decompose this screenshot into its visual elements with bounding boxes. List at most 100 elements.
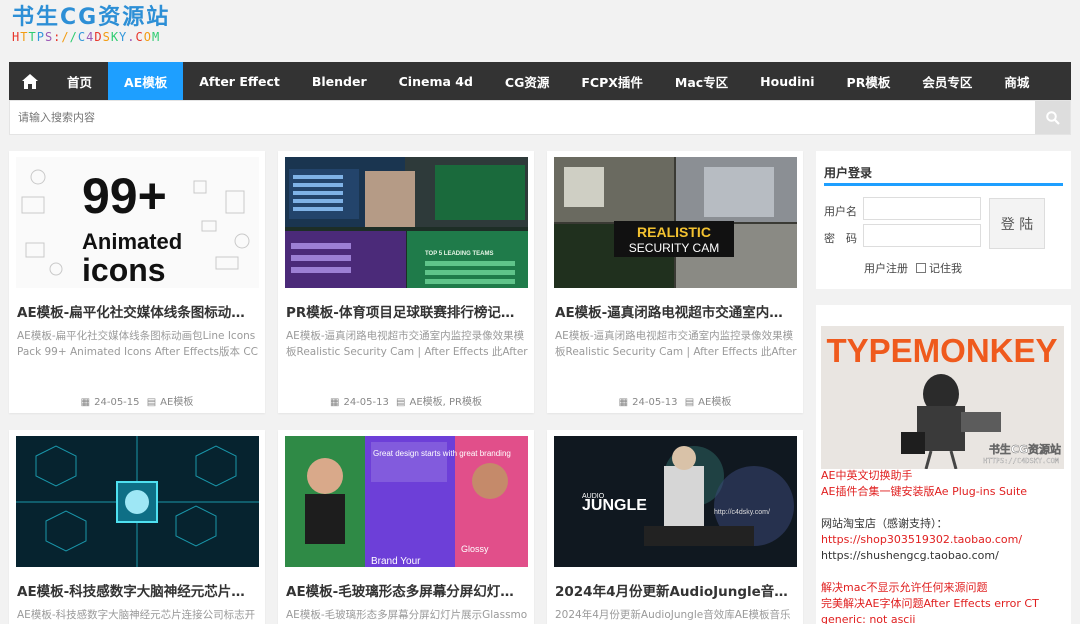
ad-watermark-url: HTTPS://C4DSKY.COM — [983, 457, 1059, 465]
post-card[interactable]: AUDIO JUNGLE http://c4dsky.com/ 2024年4月份… — [547, 430, 803, 624]
post-date: 24-05-13 — [343, 397, 389, 408]
nav-item-pr-templates[interactable]: PR模板 — [831, 62, 907, 100]
thumb-headline: TOP 5 LEADING TEAMS — [425, 251, 493, 257]
username-field[interactable] — [863, 197, 981, 220]
category-icon: ▤ — [684, 397, 695, 408]
post-category[interactable]: AE模板, PR模板 — [409, 397, 482, 408]
nav-item-shop[interactable]: 商城 — [988, 62, 1045, 100]
password-label: 密 码 — [824, 232, 857, 245]
password-field[interactable] — [863, 224, 981, 247]
sidebar-links: AE中英文切换助手 AE插件合集一键安装版Ae Plug-ins Suite 网站淘… — [821, 468, 1066, 624]
post-excerpt: 2024年4月份更新AudioJungle音效库AE模板音乐 — [555, 609, 791, 621]
post-card[interactable]: 99+ Animated icons AE模板-扁平化社交媒体线条图标动画包Li… — [9, 151, 265, 413]
search-button[interactable] — [1035, 101, 1070, 134]
nav-item-mac[interactable]: Mac专区 — [659, 62, 744, 100]
remember-label: 记住我 — [929, 262, 962, 275]
thumb-subline-2: Glossy — [461, 544, 489, 554]
nav-item-cg-resources[interactable]: CG资源 — [489, 62, 565, 100]
post-excerpt: AE模板-逼真闭路电视超市交通室内监控录像效果模板Realistic Secur… — [555, 330, 797, 358]
category-icon: ▤ — [396, 397, 406, 408]
nav-item-home[interactable]: 首页 — [51, 62, 108, 100]
post-meta: ▦ 24-05-15 ▤ AE模板 — [9, 393, 265, 408]
security-cam-thumbnail-art: REALISTIC SECURITY CAM — [554, 157, 797, 288]
remember-me[interactable]: 记住我 — [916, 260, 962, 276]
login-button[interactable]: 登 陆 — [989, 198, 1045, 249]
ad-title: TYPEMONKEY — [826, 332, 1057, 369]
sidebar-link[interactable]: AE中英文切换助手 — [821, 468, 1066, 484]
home-icon-button[interactable] — [9, 62, 51, 100]
post-title[interactable]: AE模板-科技感数字大脑神经元芯片连接公司标志 — [17, 580, 257, 600]
nav-item-after-effect[interactable]: After Effect — [183, 62, 296, 100]
register-link[interactable]: 用户注册 — [864, 260, 908, 276]
post-thumbnail[interactable]: REALISTIC SECURITY CAM — [554, 157, 797, 288]
sports-thumbnail-art: TOP 5 LEADING TEAMS — [285, 157, 528, 288]
thumb-headline: 99+ — [82, 168, 167, 224]
post-excerpt: AE模板-科技感数字大脑神经元芯片连接公司标志开 — [17, 609, 256, 621]
search-bar — [9, 100, 1071, 135]
post-date: 24-05-13 — [632, 397, 678, 408]
post-meta: ▦ 24-05-13 ▤ AE模板, PR模板 — [278, 393, 534, 408]
calendar-icon: ▦ — [80, 397, 91, 408]
post-card[interactable]: REALISTIC SECURITY CAM AE模板-逼真闭路电视超市交通室内… — [547, 151, 803, 413]
sidebar-link[interactable]: AE插件合集一键安装版Ae Plug-ins Suite — [821, 484, 1066, 500]
brain-chip-thumbnail-art — [16, 436, 259, 567]
logo-url-char: O — [143, 30, 152, 44]
nav-item-ae-templates[interactable]: AE模板 — [108, 62, 184, 100]
post-title[interactable]: 2024年4月份更新AudioJungle音效库AE模板 — [555, 580, 795, 600]
logo-url-char: P — [36, 30, 45, 44]
logo-url-char: / — [69, 30, 78, 44]
ad-banner[interactable]: TYPEMONKEY 书生CG资源站 HTTPS://C4DSKY.COM — [821, 326, 1064, 469]
post-date: 24-05-15 — [94, 397, 140, 408]
audiojungle-thumbnail-art: AUDIO JUNGLE http://c4dsky.com/ — [582, 446, 794, 546]
calendar-icon: ▦ — [330, 397, 340, 408]
thumb-subline-2: icons — [82, 252, 166, 288]
search-input[interactable] — [10, 101, 1035, 134]
post-title[interactable]: AE模板-毛玻璃形态多屏幕分屏幻灯片展示 — [286, 580, 526, 600]
post-thumbnail[interactable]: 99+ Animated icons — [16, 157, 259, 288]
post-card[interactable]: TOP 5 LEADING TEAMS PR模板-体育项目足球联赛排行榜记分板 … — [278, 151, 534, 413]
site-logo[interactable]: 书生CG资源站 HTTPS://C4DSKY.COM — [12, 6, 192, 48]
nav-item-cinema4d[interactable]: Cinema 4d — [383, 62, 489, 100]
post-title[interactable]: AE模板-逼真闭路电视超市交通室内监控录像效果 — [555, 301, 795, 321]
sidebar-link[interactable]: https://shop303519302.taobao.com/ — [821, 532, 1066, 548]
thumb-subline: SECURITY CAM — [629, 241, 719, 255]
sidebar-text — [821, 564, 1066, 580]
username-label: 用户名 — [824, 205, 857, 218]
logo-url-char: / — [61, 30, 70, 44]
logo-url-char: H — [12, 30, 21, 44]
post-card[interactable]: Great design starts with great branding … — [278, 430, 534, 624]
login-title: 用户登录 — [824, 166, 873, 180]
logo-url: HTTPS://C4DSKY.COM — [12, 30, 192, 44]
logo-url-char: S — [102, 30, 111, 44]
nav-item-blender[interactable]: Blender — [296, 62, 383, 100]
logo-url-char: . — [127, 30, 136, 44]
thumb-subline: Brand Your — [371, 556, 421, 567]
category-icon: ▤ — [146, 397, 157, 408]
sidebar-link[interactable]: 解决mac不显示允许任何来源问题 — [821, 580, 1066, 596]
sidebar-widget: TYPEMONKEY 书生CG资源站 HTTPS://C4DSKY.COM AE… — [816, 305, 1071, 624]
post-title[interactable]: AE模板-扁平化社交媒体线条图标动画包Line Icons Pack — [17, 301, 257, 321]
logo-url-char: D — [94, 30, 103, 44]
nav-item-houdini[interactable]: Houdini — [744, 62, 830, 100]
nav-item-members[interactable]: 会员专区 — [906, 62, 988, 100]
post-thumbnail[interactable]: TOP 5 LEADING TEAMS — [285, 157, 528, 288]
post-thumbnail[interactable]: Great design starts with great branding … — [285, 436, 528, 567]
logo-url-char: T — [28, 30, 37, 44]
post-thumbnail[interactable]: AUDIO JUNGLE http://c4dsky.com/ — [554, 436, 797, 567]
remember-checkbox[interactable] — [916, 263, 926, 273]
thumb-subline: Animated — [82, 229, 182, 254]
post-category[interactable]: AE模板 — [160, 397, 193, 408]
nav-item-fcpx-plugins[interactable]: FCPX插件 — [565, 62, 659, 100]
icons-thumbnail-art: 99+ Animated icons — [21, 168, 250, 288]
search-icon — [1045, 110, 1060, 125]
logo-url-char: K — [110, 30, 120, 44]
logo-url-char: C — [77, 30, 87, 44]
sidebar-link[interactable]: generic: not ascii — [821, 612, 1066, 624]
thumb-headline: REALISTIC — [637, 224, 711, 240]
post-thumbnail[interactable] — [16, 436, 259, 567]
post-card[interactable]: AE模板-科技感数字大脑神经元芯片连接公司标志 AE模板-科技感数字大脑神经元芯… — [9, 430, 265, 624]
post-excerpt: AE模板-逼真闭路电视超市交通室内监控录像效果模板Realistic Secur… — [286, 330, 528, 358]
sidebar-link[interactable]: 完美解决AE字体问题After Effects error CT — [821, 596, 1066, 612]
post-title[interactable]: PR模板-体育项目足球联赛排行榜记分板 — [286, 301, 526, 321]
post-category[interactable]: AE模板 — [698, 397, 731, 408]
